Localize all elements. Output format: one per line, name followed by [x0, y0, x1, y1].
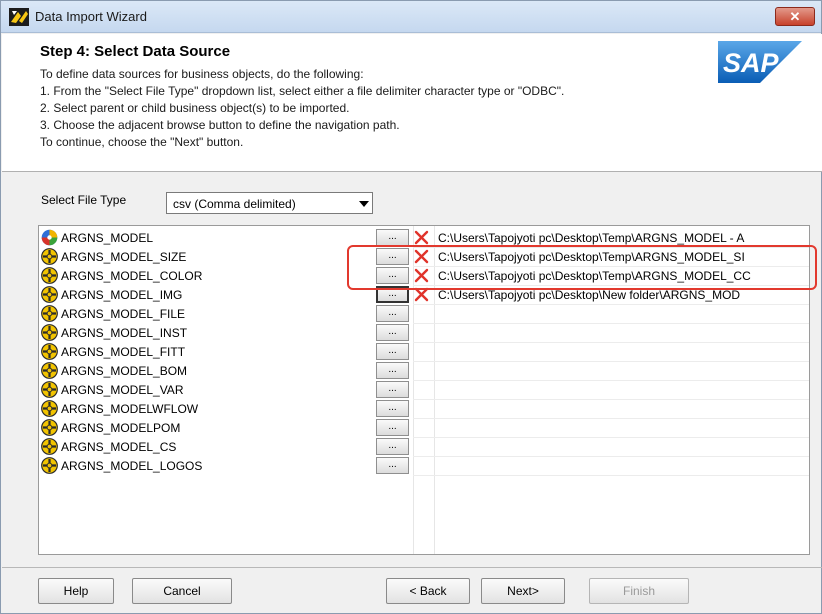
- child-object-icon: [41, 343, 58, 360]
- close-icon: ✕: [789, 9, 801, 24]
- object-name: ARGNS_MODEL_INST: [61, 326, 188, 340]
- file-type-label: Select File Type: [41, 193, 127, 207]
- object-name: ARGNS_MODEL_SIZE: [61, 250, 187, 264]
- browse-button[interactable]: ...: [376, 324, 409, 341]
- finish-button[interactable]: Finish: [589, 578, 689, 604]
- object-name: ARGNS_MODEL_LOGOS: [61, 459, 203, 473]
- browse-button[interactable]: ...: [376, 419, 409, 436]
- cancel-button[interactable]: Cancel: [132, 578, 232, 604]
- object-name: ARGNS_MODEL_COLOR: [61, 269, 203, 283]
- instruction-line: To define data sources for business obje…: [40, 67, 364, 81]
- child-object-icon: [41, 419, 58, 436]
- file-type-selected: csv (Comma delimited): [173, 197, 296, 211]
- title-bar: Data Import Wizard ✕: [1, 1, 821, 33]
- child-object-icon: [41, 324, 58, 341]
- object-row[interactable]: ARGNS_MODEL_BOM...: [39, 361, 809, 380]
- object-row[interactable]: ARGNS_MODELWFLOW...: [39, 399, 809, 418]
- instruction-line: 2. Select parent or child business objec…: [40, 101, 350, 115]
- object-name: ARGNS_MODELPOM: [61, 421, 181, 435]
- object-name: ARGNS_MODEL: [61, 231, 154, 245]
- child-object-icon: [41, 362, 58, 379]
- close-button[interactable]: ✕: [775, 7, 815, 26]
- browse-button[interactable]: ...: [376, 305, 409, 322]
- object-name: ARGNS_MODEL_BOM: [61, 364, 188, 378]
- parent-object-icon: [41, 229, 58, 246]
- dropdown-arrow-icon[interactable]: [359, 201, 369, 207]
- back-button[interactable]: < Back: [386, 578, 470, 604]
- remove-path-icon[interactable]: [414, 230, 429, 245]
- object-name: ARGNS_MODEL_IMG: [61, 288, 183, 302]
- data-import-wizard-window: Data Import Wizard ✕ Step 4: Select Data…: [0, 0, 822, 614]
- help-button[interactable]: Help: [38, 578, 114, 604]
- wizard-app-icon: [9, 8, 29, 26]
- object-row[interactable]: ARGNS_MODEL_FILE...: [39, 304, 809, 323]
- child-object-icon: [41, 286, 58, 303]
- child-object-icon: [41, 267, 58, 284]
- object-row[interactable]: ARGNS_MODEL_INST...: [39, 323, 809, 342]
- footer-divider: [2, 567, 822, 568]
- browse-button[interactable]: ...: [376, 457, 409, 474]
- file-type-dropdown[interactable]: csv (Comma delimited): [166, 192, 373, 214]
- child-object-icon: [41, 248, 58, 265]
- data-source-path: C:\Users\Tapojyoti pc\Desktop\Temp\ARGNS…: [438, 231, 745, 245]
- object-name: ARGNS_MODELWFLOW: [61, 402, 199, 416]
- object-name: ARGNS_MODEL_FITT: [61, 345, 186, 359]
- instruction-line: 3. Choose the adjacent browse button to …: [40, 118, 400, 132]
- browse-button[interactable]: ...: [376, 381, 409, 398]
- child-object-icon: [41, 438, 58, 455]
- child-object-icon: [41, 305, 58, 322]
- object-row[interactable]: ARGNS_MODEL_LOGOS...: [39, 456, 809, 475]
- row-gridline: [413, 475, 809, 476]
- wizard-header: Step 4: Select Data Source To define dat…: [2, 34, 822, 172]
- browse-button[interactable]: ...: [376, 438, 409, 455]
- browse-button[interactable]: ...: [376, 229, 409, 246]
- window-title: Data Import Wizard: [35, 9, 147, 24]
- object-row[interactable]: ARGNS_MODEL_FITT...: [39, 342, 809, 361]
- browse-button[interactable]: ...: [376, 362, 409, 379]
- next-button[interactable]: Next>: [481, 578, 565, 604]
- object-row[interactable]: ARGNS_MODELPOM...: [39, 418, 809, 437]
- instruction-line: To continue, choose the "Next" button.: [40, 135, 244, 149]
- instruction-line: 1. From the "Select File Type" dropdown …: [40, 84, 565, 98]
- browse-button[interactable]: ...: [376, 343, 409, 360]
- browse-button[interactable]: ...: [376, 400, 409, 417]
- sap-logo: SAP: [718, 41, 802, 83]
- object-name: ARGNS_MODEL_CS: [61, 440, 177, 454]
- object-name: ARGNS_MODEL_FILE: [61, 307, 186, 321]
- svg-text:SAP: SAP: [723, 48, 780, 78]
- annotation-highlight-box: [347, 245, 817, 290]
- object-row[interactable]: ARGNS_MODEL_VAR...: [39, 380, 809, 399]
- object-row[interactable]: ARGNS_MODEL_CS...: [39, 437, 809, 456]
- step-title: Step 4: Select Data Source: [40, 43, 231, 60]
- child-object-icon: [41, 400, 58, 417]
- child-object-icon: [41, 381, 58, 398]
- data-source-path: C:\Users\Tapojyoti pc\Desktop\New folder…: [438, 288, 741, 302]
- object-name: ARGNS_MODEL_VAR: [61, 383, 184, 397]
- child-object-icon: [41, 457, 58, 474]
